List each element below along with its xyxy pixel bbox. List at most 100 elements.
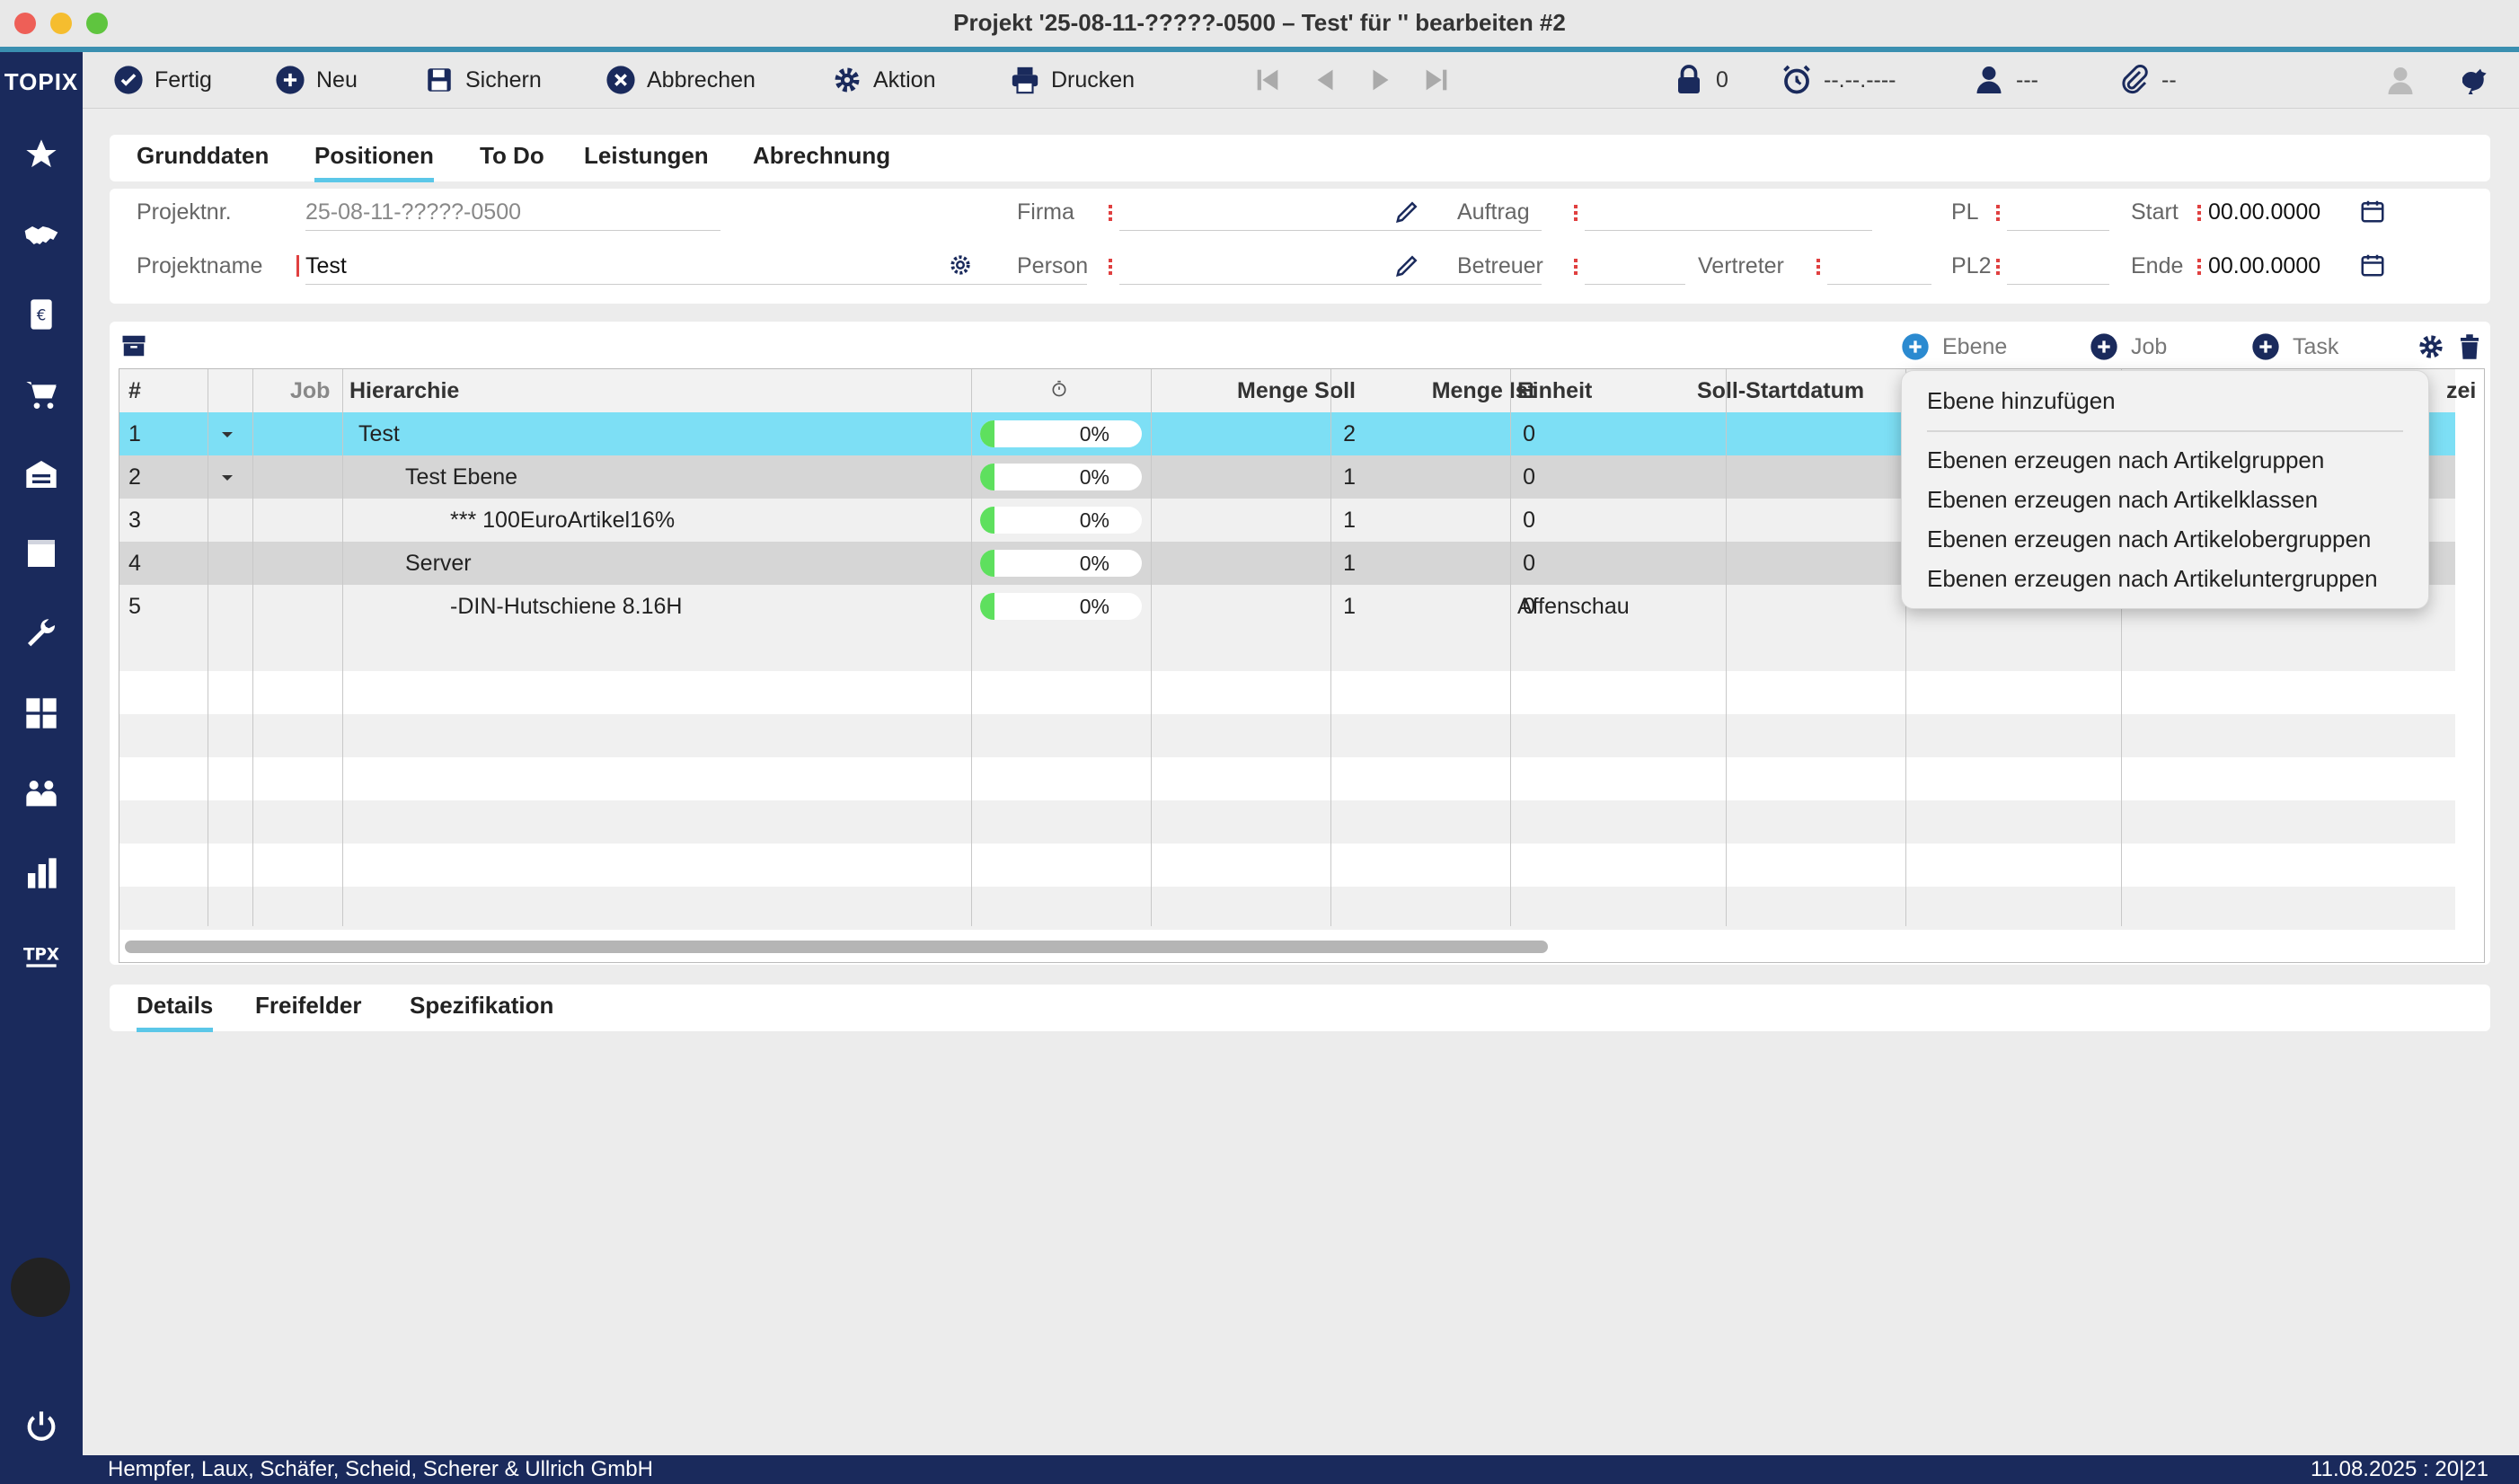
calendar-icon[interactable] <box>2359 252 2386 278</box>
add-job-button[interactable]: Job <box>2090 332 2167 361</box>
add-job-label: Job <box>2131 333 2168 359</box>
user-value: --- <box>2016 66 2038 93</box>
new-button[interactable]: Neu <box>275 63 358 97</box>
header-truncated[interactable]: zei <box>2446 369 2476 412</box>
add-task-label: Task <box>2293 333 2339 359</box>
projektnr-field[interactable]: 25-08-11-?????-0500 <box>305 199 720 231</box>
company-name: Hempfer, Laux, Schäfer, Scheid, Scherer … <box>108 1457 653 1481</box>
project-header-form: Projektnr. 25-08-11-?????-0500 Projektna… <box>110 189 2490 304</box>
user-status[interactable]: --- <box>1973 63 2038 97</box>
cancel-button[interactable]: Abbrechen <box>605 63 756 97</box>
cell-num: 4 <box>128 551 141 576</box>
archive-icon[interactable] <box>120 332 147 359</box>
bar-chart-icon[interactable] <box>22 853 61 893</box>
gear-icon[interactable] <box>947 252 974 278</box>
kangaroo-icon[interactable] <box>2458 63 2494 99</box>
pencil-icon[interactable] <box>1394 252 1421 278</box>
attachment-status[interactable]: -- <box>2118 63 2177 97</box>
header-soll-startdatum[interactable]: Soll-Startdatum <box>1697 369 1864 412</box>
trash-icon[interactable] <box>2456 332 2483 361</box>
header-menge-soll[interactable]: Menge Soll <box>1153 369 1356 412</box>
user-placeholder-icon[interactable] <box>2384 65 2417 97</box>
stopwatch-icon[interactable] <box>1050 380 1068 398</box>
tab-grunddaten[interactable]: Grunddaten <box>137 142 269 178</box>
gear-icon[interactable] <box>2417 332 2445 361</box>
alarm-status[interactable]: --.--.---- <box>1781 63 1896 97</box>
print-button[interactable]: Drucken <box>1010 63 1135 97</box>
tab-details[interactable]: Details <box>137 992 214 1032</box>
empty-row <box>119 844 2455 887</box>
tpx-icon[interactable]: TPX <box>22 932 61 972</box>
user-avatar[interactable] <box>11 1258 70 1317</box>
pencil-icon[interactable] <box>1394 198 1421 225</box>
firma-label: Firma <box>1017 199 1074 225</box>
invoice-icon[interactable]: € <box>22 295 61 334</box>
save-icon <box>428 68 451 92</box>
svg-text:TPX: TPX <box>23 945 59 964</box>
progress-bar: 0% <box>980 550 1142 577</box>
person-label: Person <box>1017 253 1089 278</box>
action-button[interactable]: Aktion <box>832 63 935 97</box>
projektname-label: Projektname <box>137 253 263 278</box>
tab-todo[interactable]: To Do <box>480 142 544 178</box>
horizontal-scrollbar[interactable] <box>125 941 1548 953</box>
add-task-button[interactable]: Task <box>2251 332 2338 361</box>
tab-spezifikation[interactable]: Spezifikation <box>410 992 553 1028</box>
tab-leistungen[interactable]: Leistungen <box>584 142 709 178</box>
power-icon[interactable] <box>22 1407 61 1446</box>
expand-arrow-icon[interactable] <box>220 473 234 482</box>
menu-item-by-article-classes[interactable]: Ebenen erzeugen nach Artikelklassen <box>1927 486 2318 514</box>
window-title: Projekt '25-08-11-?????-0500 – Test' für… <box>953 9 1566 36</box>
calendar-icon[interactable] <box>2359 198 2386 225</box>
auftrag-field[interactable] <box>1585 199 1872 231</box>
calculator-icon[interactable] <box>22 693 61 733</box>
lock-status[interactable]: 0 <box>1673 63 1728 97</box>
window-titlebar: Projekt '25-08-11-?????-0500 – Test' für… <box>0 0 2519 48</box>
people-icon[interactable] <box>22 774 61 814</box>
header-hierarchie[interactable]: Hierarchie <box>349 369 459 412</box>
menu-item-by-article-supergroups[interactable]: Ebenen erzeugen nach Artikelobergruppen <box>1927 526 2371 553</box>
header-menge-ist[interactable]: Menge Ist <box>1332 369 1535 412</box>
progress-text: 0% <box>1079 508 1109 532</box>
cell-menge-ist: 0 <box>1523 551 1535 576</box>
cell-hierarchie: *** 100EuroArtikel16% <box>450 508 676 533</box>
header-job[interactable]: Job <box>290 369 330 412</box>
menu-separator <box>1927 430 2403 432</box>
pl-field[interactable] <box>2007 199 2109 231</box>
sidebar: TOPIX € TPX <box>0 52 83 1484</box>
save-button[interactable]: Sichern <box>424 63 542 97</box>
tab-freifelder[interactable]: Freifelder <box>255 992 362 1028</box>
menu-item-add-level[interactable]: Ebene hinzufügen <box>1927 387 2116 415</box>
empty-row <box>119 800 2455 844</box>
next-record-icon[interactable] <box>1366 65 1396 95</box>
cart-icon[interactable] <box>22 375 61 415</box>
previous-record-icon[interactable] <box>1310 65 1340 95</box>
alarm-clock-icon <box>1783 65 1810 94</box>
done-button[interactable]: Fertig <box>113 63 212 97</box>
star-icon[interactable] <box>22 135 61 174</box>
first-record-icon[interactable] <box>1252 65 1283 95</box>
required-marker <box>1816 259 1820 275</box>
menu-item-by-article-subgroups[interactable]: Ebenen erzeugen nach Artikeluntergruppen <box>1927 565 2378 593</box>
cell-num: 5 <box>128 594 141 619</box>
cell-hierarchie: Test Ebene <box>405 464 518 490</box>
printer-icon <box>1012 66 1039 94</box>
pl2-field[interactable] <box>2007 253 2109 285</box>
vertreter-field[interactable] <box>1827 253 1931 285</box>
box-icon[interactable] <box>22 534 61 573</box>
required-marker <box>2197 205 2201 221</box>
header-einheit[interactable]: Einheit <box>1517 369 1592 412</box>
tab-abrechnung[interactable]: Abrechnung <box>753 142 890 178</box>
last-record-icon[interactable] <box>1421 65 1452 95</box>
wrench-icon[interactable] <box>22 614 61 654</box>
expand-arrow-icon[interactable] <box>220 430 234 439</box>
progress-text: 0% <box>1079 465 1109 489</box>
add-level-button[interactable]: Ebene <box>1901 332 2007 361</box>
menu-item-by-article-groups[interactable]: Ebenen erzeugen nach Artikelgruppen <box>1927 446 2324 474</box>
handshake-icon[interactable] <box>22 216 61 255</box>
status-footer: Hempfer, Laux, Schäfer, Scheid, Scherer … <box>83 1455 2519 1484</box>
warehouse-icon[interactable] <box>22 455 61 494</box>
tab-positionen[interactable]: Positionen <box>314 142 434 182</box>
header-num[interactable]: # <box>128 369 141 412</box>
betreuer-field[interactable] <box>1585 253 1685 285</box>
